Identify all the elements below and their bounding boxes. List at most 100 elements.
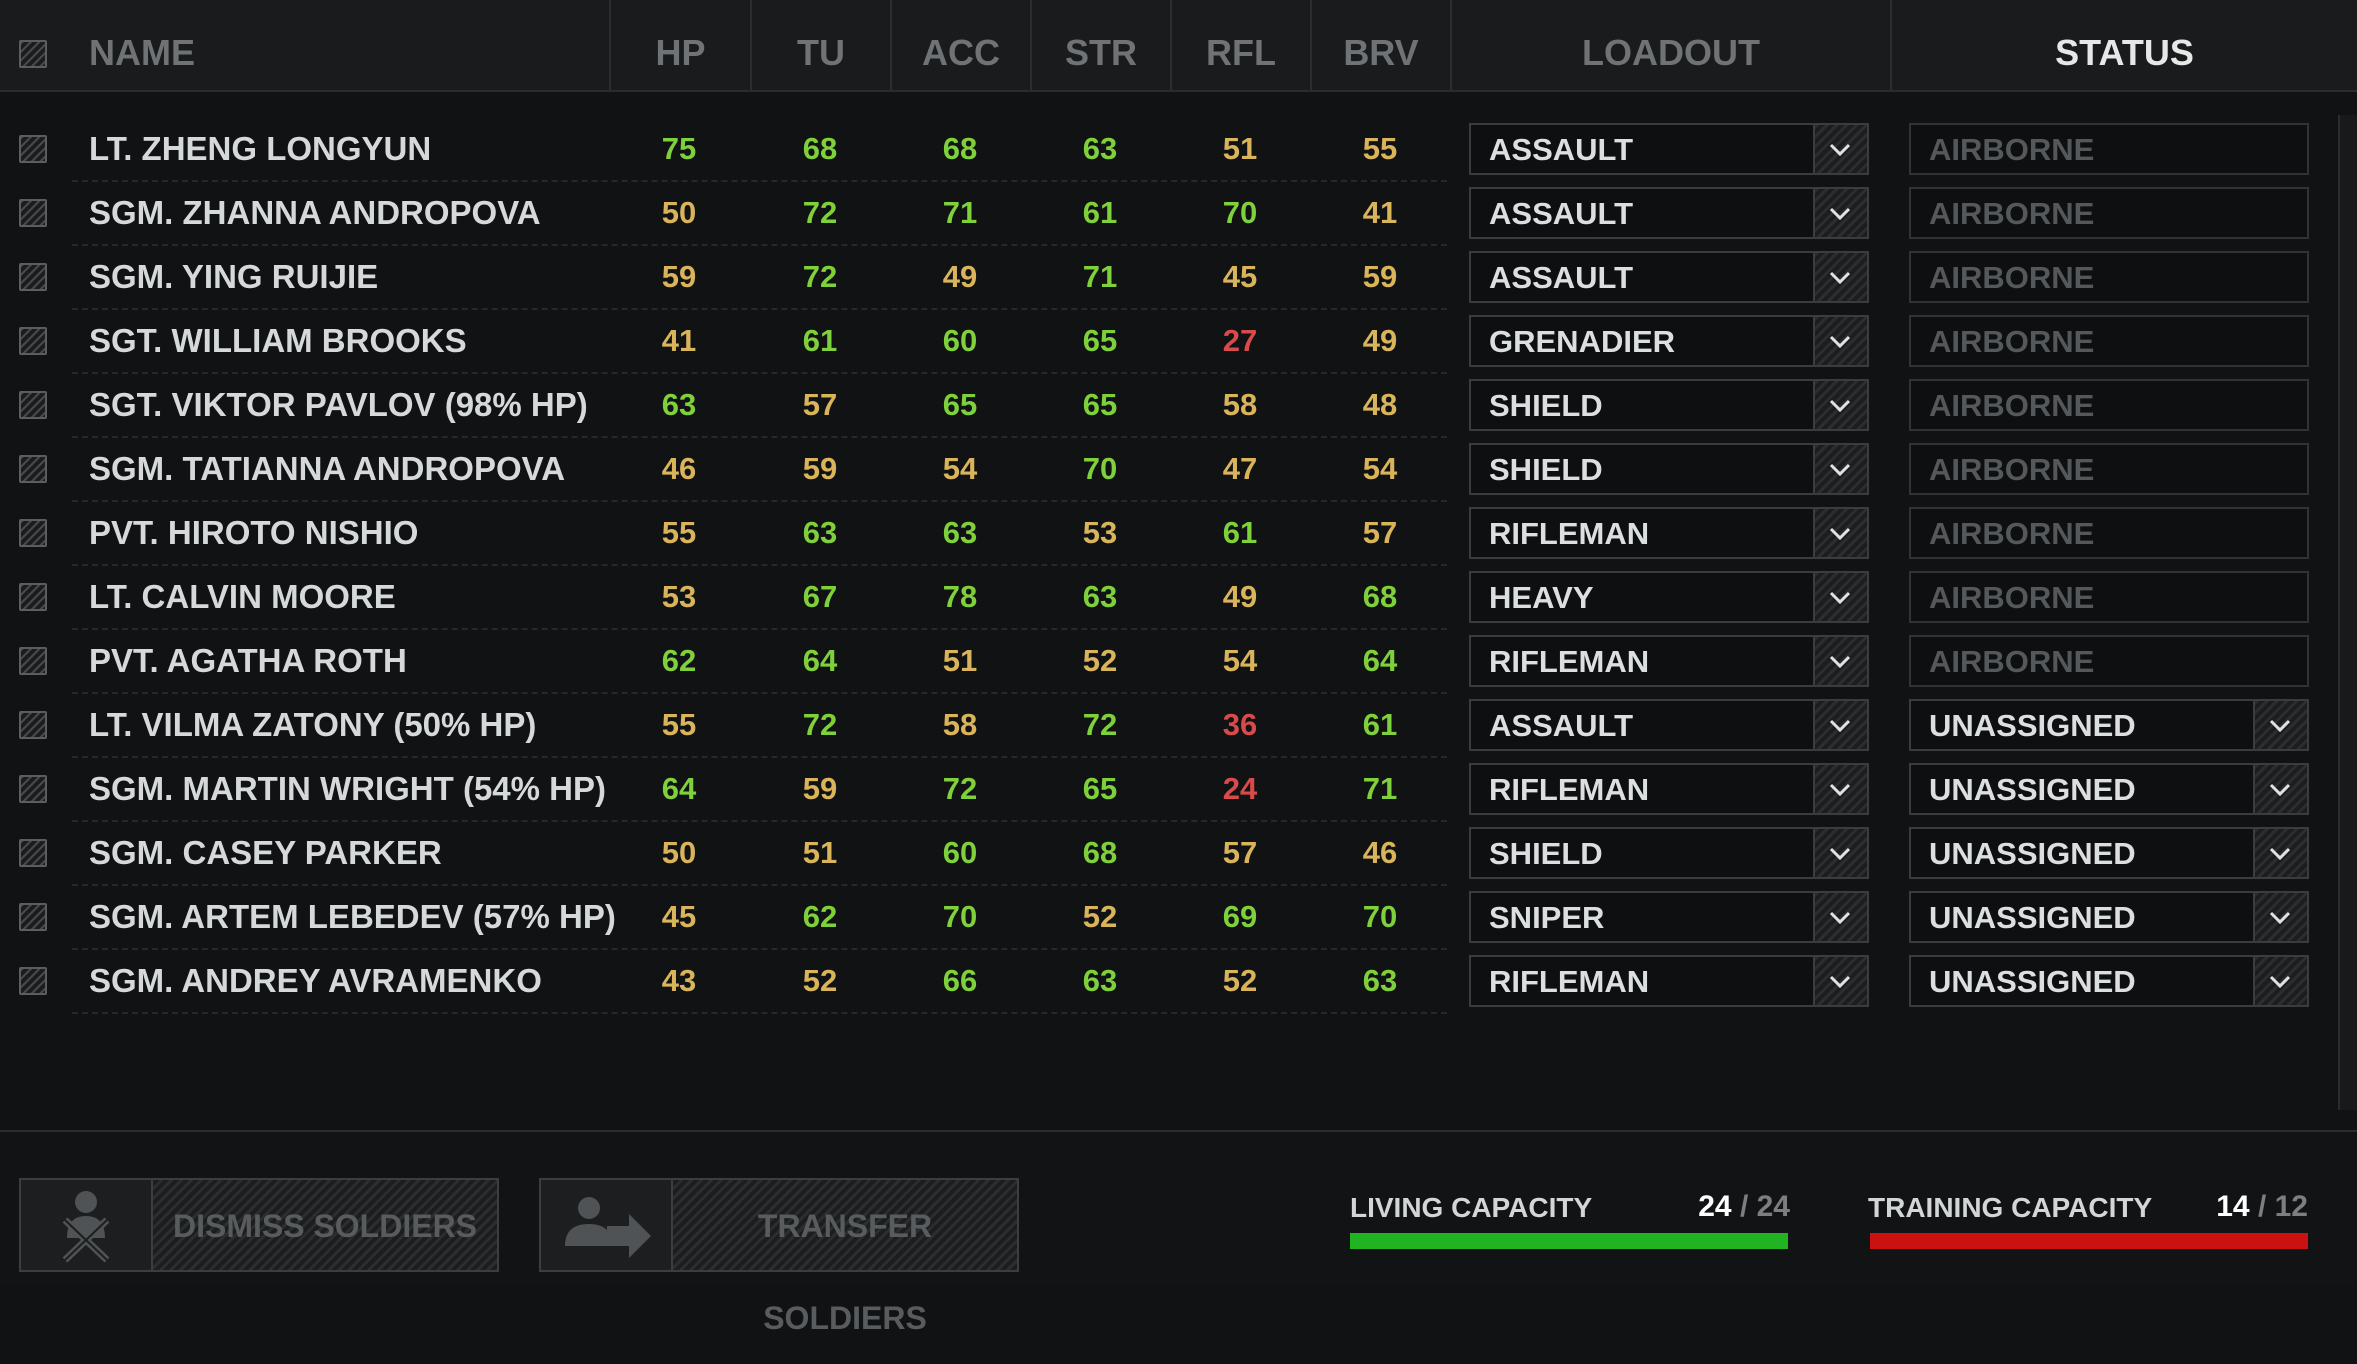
column-header-status[interactable]: STATUS: [1890, 0, 2357, 90]
soldier-row[interactable]: PVT. AGATHA ROTH 62 64 51 52 54 64 RIFLEMAN AIRB…: [0, 629, 2357, 693]
soldier-name[interactable]: SGM. YING RUIJIE: [89, 245, 378, 309]
chevron-down-icon[interactable]: [1813, 189, 1867, 237]
soldier-row[interactable]: PVT. HIROTO NISHIO 55 63 63 53 61 57 RIFLEMAN AI…: [0, 501, 2357, 565]
chevron-down-icon[interactable]: [2253, 701, 2307, 749]
status-value: AIRBORNE: [1929, 516, 2095, 551]
soldier-row[interactable]: SGM. CASEY PARKER 50 51 60 68 57 46 SHIELD UNASS…: [0, 821, 2357, 885]
soldier-select-checkbox[interactable]: [19, 199, 47, 227]
soldier-name[interactable]: SGM. CASEY PARKER: [89, 821, 442, 885]
loadout-dropdown[interactable]: SHIELD: [1469, 379, 1869, 431]
loadout-dropdown[interactable]: ASSAULT: [1469, 699, 1869, 751]
training-capacity-bar: [1870, 1233, 2308, 1249]
stat-rfl: 51: [1222, 131, 1258, 166]
soldier-name[interactable]: LT. VILMA ZATONY (50% HP): [89, 693, 536, 757]
soldier-row[interactable]: SGM. MARTIN WRIGHT (54% HP) 64 59 72 65 24 71 R…: [0, 757, 2357, 821]
select-all-checkbox[interactable]: [19, 40, 47, 68]
status-dropdown[interactable]: UNASSIGNED: [1909, 955, 2309, 1007]
chevron-down-icon[interactable]: [1813, 125, 1867, 173]
soldier-row[interactable]: LT. VILMA ZATONY (50% HP) 55 72 58 72 36 61 ASS…: [0, 693, 2357, 757]
soldier-row[interactable]: SGM. ANDREY AVRAMENKO 43 52 66 63 52 63 RIFLEMA…: [0, 949, 2357, 1013]
column-header-hp[interactable]: HP: [609, 0, 750, 90]
soldier-name[interactable]: LT. ZHENG LONGYUN: [89, 117, 431, 181]
status-value: UNASSIGNED: [1929, 708, 2136, 743]
loadout-dropdown[interactable]: RIFLEMAN: [1469, 955, 1869, 1007]
chevron-down-icon[interactable]: [2253, 957, 2307, 1005]
chevron-down-icon[interactable]: [2253, 829, 2307, 877]
column-header-acc[interactable]: ACC: [890, 0, 1030, 90]
soldier-select-checkbox[interactable]: [19, 455, 47, 483]
soldier-row[interactable]: SGM. ARTEM LEBEDEV (57% HP) 45 62 70 52 69 70 S…: [0, 885, 2357, 949]
status-dropdown[interactable]: UNASSIGNED: [1909, 827, 2309, 879]
loadout-dropdown[interactable]: SNIPER: [1469, 891, 1869, 943]
soldier-row[interactable]: SGT. VIKTOR PAVLOV (98% HP) 63 57 65 65 58 48 S…: [0, 373, 2357, 437]
chevron-down-icon[interactable]: [1813, 573, 1867, 621]
chevron-down-icon[interactable]: [1813, 957, 1867, 1005]
soldier-select-checkbox[interactable]: [19, 263, 47, 291]
soldier-row[interactable]: LT. CALVIN MOORE 53 67 78 63 49 68 HEAVY AIRBORN…: [0, 565, 2357, 629]
loadout-dropdown[interactable]: ASSAULT: [1469, 187, 1869, 239]
soldier-name[interactable]: SGM. TATIANNA ANDROPOVA: [89, 437, 565, 501]
loadout-dropdown[interactable]: ASSAULT: [1469, 123, 1869, 175]
chevron-down-icon[interactable]: [1813, 893, 1867, 941]
loadout-dropdown[interactable]: RIFLEMAN: [1469, 507, 1869, 559]
column-header-name[interactable]: NAME: [89, 0, 195, 90]
status-dropdown[interactable]: UNASSIGNED: [1909, 699, 2309, 751]
soldier-row[interactable]: LT. ZHENG LONGYUN 75 68 68 63 51 55 ASSAULT AIRB…: [0, 117, 2357, 181]
soldier-row[interactable]: SGM. TATIANNA ANDROPOVA 46 59 54 70 47 54 SHIEL…: [0, 437, 2357, 501]
stat-acc: 60: [942, 835, 978, 870]
chevron-down-icon[interactable]: [1813, 509, 1867, 557]
soldier-select-checkbox[interactable]: [19, 583, 47, 611]
status-dropdown[interactable]: UNASSIGNED: [1909, 763, 2309, 815]
soldier-name[interactable]: PVT. HIROTO NISHIO: [89, 501, 418, 565]
chevron-down-icon[interactable]: [1813, 317, 1867, 365]
soldier-select-checkbox[interactable]: [19, 327, 47, 355]
chevron-down-icon[interactable]: [1813, 381, 1867, 429]
soldier-select-checkbox[interactable]: [19, 519, 47, 547]
soldier-select-checkbox[interactable]: [19, 647, 47, 675]
soldier-name[interactable]: SGM. ARTEM LEBEDEV (57% HP): [89, 885, 616, 949]
column-header-brv[interactable]: BRV: [1310, 0, 1450, 90]
chevron-down-icon[interactable]: [1813, 253, 1867, 301]
loadout-dropdown[interactable]: HEAVY: [1469, 571, 1869, 623]
soldier-name[interactable]: SGM. ZHANNA ANDROPOVA: [89, 181, 541, 245]
list-scrollbar[interactable]: [2338, 115, 2357, 1110]
soldier-name[interactable]: SGM. MARTIN WRIGHT (54% HP): [89, 757, 606, 821]
column-header-loadout[interactable]: LOADOUT: [1450, 0, 1890, 90]
soldier-name[interactable]: PVT. AGATHA ROTH: [89, 629, 407, 693]
soldier-select-checkbox[interactable]: [19, 135, 47, 163]
dismiss-soldiers-button[interactable]: DISMISS SOLDIERS: [19, 1178, 499, 1272]
chevron-down-icon[interactable]: [1813, 829, 1867, 877]
loadout-dropdown[interactable]: SHIELD: [1469, 827, 1869, 879]
soldier-row[interactable]: SGM. ZHANNA ANDROPOVA 50 72 71 61 70 41 ASSAULT…: [0, 181, 2357, 245]
soldier-name[interactable]: SGT. VIKTOR PAVLOV (98% HP): [89, 373, 588, 437]
soldier-select-checkbox[interactable]: [19, 903, 47, 931]
soldier-select-checkbox[interactable]: [19, 839, 47, 867]
soldier-name[interactable]: SGM. ANDREY AVRAMENKO: [89, 949, 542, 1013]
column-header-rfl[interactable]: RFL: [1170, 0, 1310, 90]
soldier-row[interactable]: SGT. WILLIAM BROOKS 41 61 60 65 27 49 GRENADIER…: [0, 309, 2357, 373]
loadout-value: ASSAULT: [1489, 260, 1634, 295]
loadout-dropdown[interactable]: GRENADIER: [1469, 315, 1869, 367]
soldier-select-checkbox[interactable]: [19, 967, 47, 995]
soldier-name[interactable]: SGT. WILLIAM BROOKS: [89, 309, 467, 373]
loadout-dropdown[interactable]: RIFLEMAN: [1469, 763, 1869, 815]
chevron-down-icon[interactable]: [2253, 893, 2307, 941]
chevron-down-icon[interactable]: [1813, 765, 1867, 813]
soldier-name[interactable]: LT. CALVIN MOORE: [89, 565, 396, 629]
loadout-value: ASSAULT: [1489, 708, 1634, 743]
soldier-row[interactable]: SGM. YING RUIJIE 59 72 49 71 45 59 ASSAULT AIRBO…: [0, 245, 2357, 309]
soldier-select-checkbox[interactable]: [19, 775, 47, 803]
status-dropdown[interactable]: UNASSIGNED: [1909, 891, 2309, 943]
soldier-select-checkbox[interactable]: [19, 711, 47, 739]
soldier-select-checkbox[interactable]: [19, 391, 47, 419]
loadout-dropdown[interactable]: RIFLEMAN: [1469, 635, 1869, 687]
transfer-soldiers-button[interactable]: TRANSFER SOLDIERS: [539, 1178, 1019, 1336]
loadout-dropdown[interactable]: SHIELD: [1469, 443, 1869, 495]
chevron-down-icon[interactable]: [2253, 765, 2307, 813]
column-header-tu[interactable]: TU: [750, 0, 890, 90]
column-header-str[interactable]: STR: [1030, 0, 1170, 90]
loadout-dropdown[interactable]: ASSAULT: [1469, 251, 1869, 303]
chevron-down-icon[interactable]: [1813, 701, 1867, 749]
chevron-down-icon[interactable]: [1813, 445, 1867, 493]
chevron-down-icon[interactable]: [1813, 637, 1867, 685]
